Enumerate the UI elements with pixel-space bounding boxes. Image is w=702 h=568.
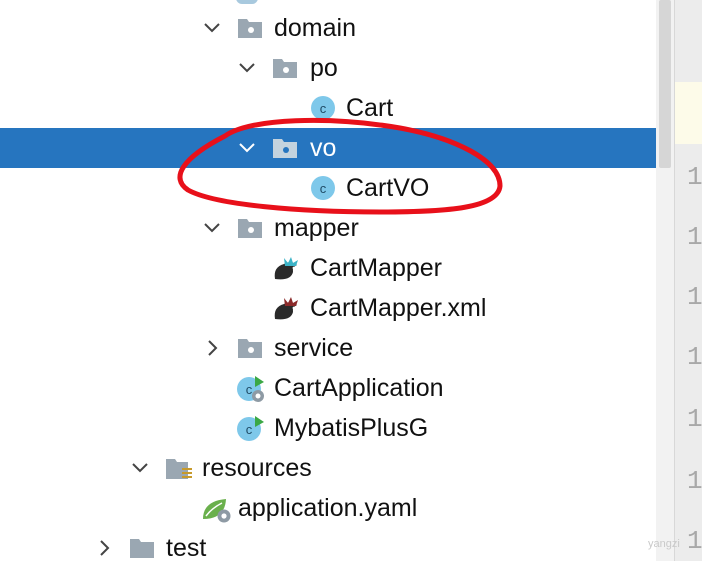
tree-item-label: service bbox=[274, 334, 354, 362]
runnable-class-icon: c bbox=[236, 415, 264, 441]
resources-folder-icon bbox=[164, 455, 192, 481]
spring-boot-class-icon: c bbox=[236, 375, 264, 402]
chevron-right-icon[interactable] bbox=[200, 328, 224, 368]
tree-item-cartmapper-xml[interactable]: CartMapper.xml bbox=[0, 288, 656, 328]
chevron-down-icon[interactable] bbox=[235, 128, 259, 168]
tree-item-mybatisplusg[interactable]: c MybatisPlusG bbox=[0, 408, 656, 448]
tree-item-label: CartMapper bbox=[310, 254, 442, 282]
svg-text:c: c bbox=[320, 181, 327, 196]
chevron-down-icon[interactable] bbox=[200, 8, 224, 48]
svg-text:c: c bbox=[246, 422, 253, 437]
tree-item-label: domain bbox=[274, 14, 356, 42]
line-number: 1 bbox=[687, 282, 702, 312]
mybatis-mapper-icon bbox=[271, 255, 299, 281]
tree-item-label: CartApplication bbox=[274, 374, 444, 402]
tree-item-label: Cart bbox=[346, 94, 394, 122]
package-folder-icon bbox=[271, 55, 299, 81]
chevron-down-icon[interactable] bbox=[128, 448, 152, 488]
folder-icon bbox=[128, 535, 156, 561]
tree-item-service[interactable]: service bbox=[0, 328, 656, 368]
tree-item-label: CartMapper.xml bbox=[310, 294, 487, 322]
tree-item-mapper[interactable]: mapper bbox=[0, 208, 656, 248]
tree-item-vo[interactable]: vo bbox=[0, 128, 656, 168]
tree-item-cartvo[interactable]: c CartVO bbox=[0, 168, 656, 208]
line-number: 1 bbox=[687, 404, 702, 434]
project-tree: domain po c Cart vo c CartVO mapper Cart… bbox=[0, 0, 656, 562]
java-class-icon: c bbox=[309, 175, 337, 201]
package-folder-icon bbox=[236, 215, 264, 241]
package-folder-icon bbox=[236, 15, 264, 41]
mybatis-xml-icon bbox=[271, 295, 299, 321]
svg-text:c: c bbox=[320, 101, 327, 116]
java-class-icon: c bbox=[309, 95, 337, 121]
tree-item-label: test bbox=[166, 534, 207, 562]
package-folder-icon bbox=[271, 135, 299, 161]
line-number: 1 bbox=[687, 222, 702, 252]
tree-item-label: po bbox=[310, 54, 338, 82]
scrollbar-thumb[interactable] bbox=[659, 0, 671, 168]
chevron-right-icon[interactable] bbox=[92, 528, 116, 568]
tree-item-domain[interactable]: domain bbox=[0, 8, 656, 48]
line-number: 1 bbox=[687, 342, 702, 372]
tree-item-label: CartVO bbox=[346, 174, 430, 202]
line-number: 1 bbox=[687, 526, 702, 556]
line-number: 1 bbox=[687, 162, 702, 192]
tree-item-test[interactable]: test bbox=[0, 528, 656, 568]
line-number: 1 bbox=[687, 466, 702, 496]
tree-item-application-yaml[interactable]: application.yaml bbox=[0, 488, 656, 528]
tree-item-label: resources bbox=[202, 454, 312, 482]
svg-text:c: c bbox=[246, 382, 253, 397]
tree-item-cartapplication[interactable]: c CartApplication bbox=[0, 368, 656, 408]
tree-item-label: vo bbox=[310, 134, 337, 162]
spring-config-icon bbox=[200, 495, 231, 523]
watermark: yangzi bbox=[648, 538, 680, 550]
tree-item-label: application.yaml bbox=[238, 494, 418, 522]
tree-item-label: MybatisPlusG bbox=[274, 414, 429, 442]
tree-item-po[interactable]: po bbox=[0, 48, 656, 88]
partial-previous-icon bbox=[236, 0, 258, 4]
tree-item-cartmapper[interactable]: CartMapper bbox=[0, 248, 656, 288]
package-folder-icon bbox=[236, 335, 264, 361]
tree-item-cart[interactable]: c Cart bbox=[0, 88, 656, 128]
tree-item-label: mapper bbox=[274, 214, 359, 242]
tree-item-resources[interactable]: resources bbox=[0, 448, 656, 488]
chevron-down-icon[interactable] bbox=[235, 48, 259, 88]
chevron-down-icon[interactable] bbox=[200, 208, 224, 248]
current-line-highlight bbox=[675, 82, 702, 144]
